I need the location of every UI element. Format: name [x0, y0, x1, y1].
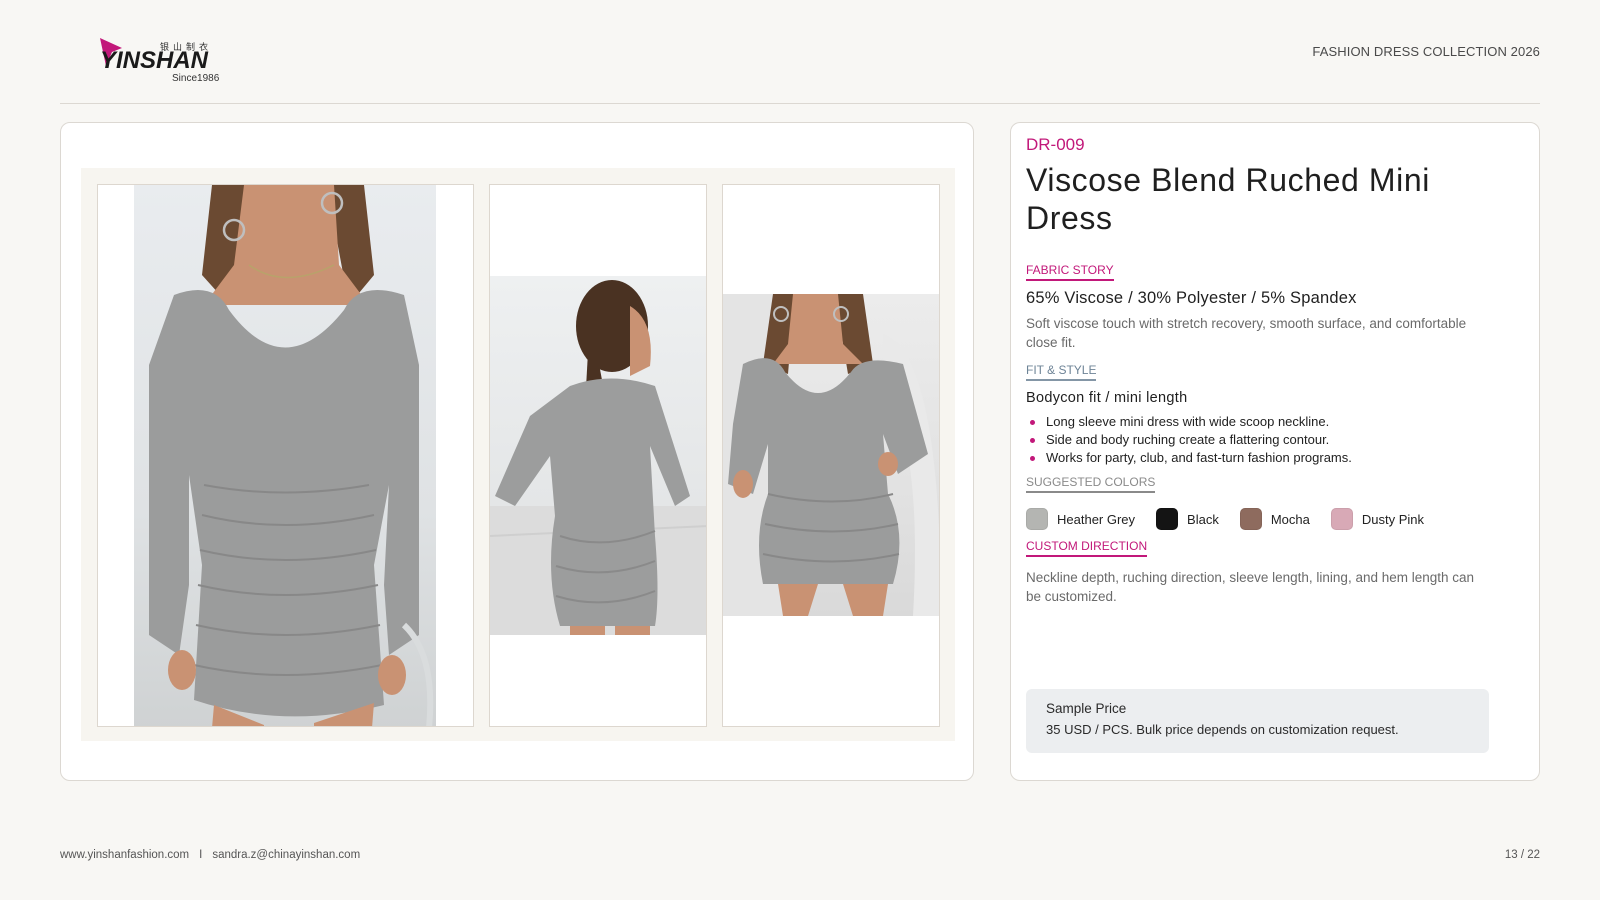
- photo-frame-seated: [722, 184, 940, 727]
- fabric-composition: 65% Viscose / 30% Polyester / 5% Spandex: [1026, 289, 1357, 307]
- list-item: Side and body ruching create a flatterin…: [1026, 431, 1352, 449]
- brand-logo: 银山制衣 YINSHAN Since1986: [100, 38, 235, 84]
- color-swatch: [1330, 508, 1353, 530]
- custom-direction-description: Neckline depth, ruching direction, sleev…: [1026, 570, 1475, 604]
- product-gallery: [60, 122, 974, 781]
- color-option-heather-grey: Heather Grey: [1026, 508, 1135, 530]
- custom-direction-label: CUSTOM DIRECTION: [1026, 539, 1148, 557]
- email-link[interactable]: sandra.z@chinayinshan.com: [212, 849, 360, 861]
- dress-seated-photo: [723, 294, 939, 616]
- price-text: 35 USD / PCS. Bulk price depends on cust…: [1046, 722, 1399, 737]
- website-link[interactable]: www.yinshanfashion.com: [60, 849, 189, 861]
- fit-summary: Bodycon fit / mini length: [1026, 390, 1188, 406]
- color-swatch: [1156, 508, 1179, 530]
- suggested-colors-label: SUGGESTED COLORS: [1026, 475, 1156, 493]
- bullet-icon: [1030, 420, 1035, 425]
- color-option-black: Black: [1156, 508, 1219, 530]
- color-swatch: [1239, 508, 1262, 530]
- color-swatch: [1026, 508, 1048, 530]
- color-swatch-list: Heather Grey Black Mocha Dusty Pink: [1026, 508, 1445, 530]
- fabric-description: Soft viscose touch with stretch recovery…: [1026, 316, 1467, 350]
- color-option-dusty-pink: Dusty Pink: [1330, 508, 1425, 530]
- color-option-mocha: Mocha: [1239, 508, 1310, 530]
- collection-title: FASHION DRESS COLLECTION 2026: [1312, 44, 1540, 59]
- feature-text: Side and body ruching create a flatterin…: [1046, 432, 1330, 447]
- dress-back-photo: [490, 276, 706, 635]
- product-title: Viscose Blend Ruched Mini Dress: [1026, 162, 1430, 236]
- photo-frame-front: [97, 184, 474, 727]
- price-title: Sample Price: [1046, 701, 1127, 716]
- feature-list: Long sleeve mini dress with wide scoop n…: [1026, 413, 1352, 467]
- feature-text: Long sleeve mini dress with wide scoop n…: [1046, 414, 1330, 429]
- color-name: Dusty Pink: [1361, 511, 1425, 527]
- color-name: Heather Grey: [1057, 511, 1136, 527]
- product-detail-card: DR-009 Viscose Blend Ruched Mini Dress F…: [1010, 122, 1540, 781]
- bullet-icon: [1030, 456, 1035, 461]
- list-item: Works for party, club, and fast-turn fas…: [1026, 449, 1352, 467]
- feature-text: Works for party, club, and fast-turn fas…: [1046, 450, 1352, 465]
- gallery-panel: [81, 168, 955, 741]
- logo-since: Since1986: [172, 73, 220, 84]
- header-divider: [60, 103, 1540, 104]
- fabric-story-label: FABRIC STORY: [1026, 263, 1114, 281]
- sample-price-box: Sample Price 35 USD / PCS. Bulk price de…: [1026, 689, 1489, 753]
- logo-wordmark: YINSHAN: [100, 47, 209, 74]
- dress-front-photo: [134, 185, 436, 726]
- fit-style-label: FIT & STYLE: [1026, 363, 1097, 381]
- color-name: Mocha: [1270, 511, 1310, 527]
- list-item: Long sleeve mini dress with wide scoop n…: [1026, 413, 1352, 431]
- photo-frame-back: [489, 184, 707, 727]
- footer-separator: I: [199, 849, 203, 861]
- footer-contact: www.yinshanfashion.com Isandra.z@chinayin…: [60, 849, 360, 861]
- color-name: Black: [1187, 511, 1219, 527]
- bullet-icon: [1030, 438, 1035, 443]
- product-code: DR-009: [1026, 135, 1085, 154]
- page-number: 13 / 22: [1504, 849, 1540, 861]
